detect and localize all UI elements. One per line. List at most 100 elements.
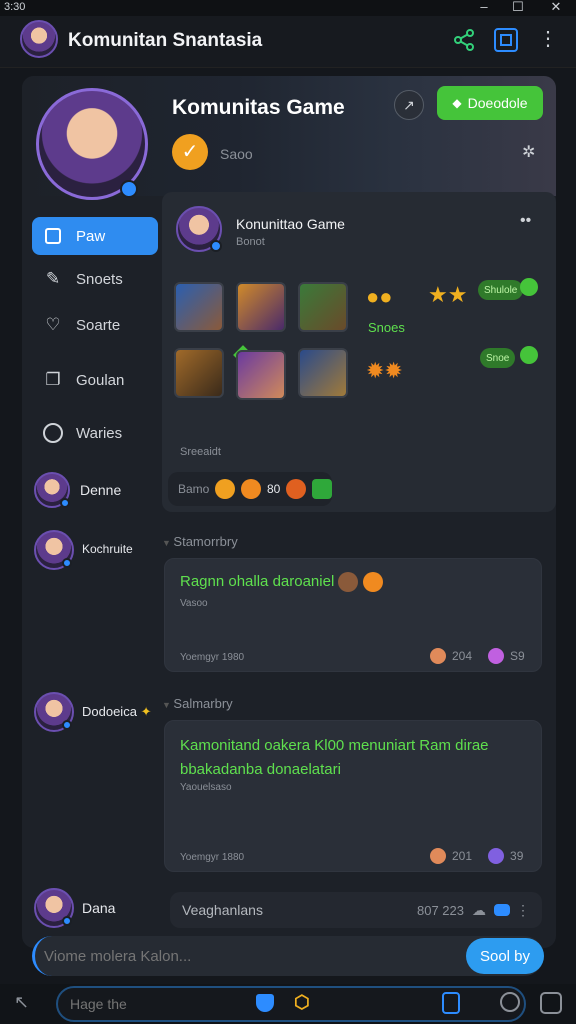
bottom-bar: ↖ ⬡	[0, 984, 576, 1024]
post-header-label: Salmarbry	[173, 696, 233, 711]
member-name-label: Dodoeica	[82, 704, 137, 719]
close-button[interactable]: ✕	[546, 0, 566, 15]
post-time: Yoemgyr 1880	[180, 852, 245, 863]
post-header: ▼ Stamorrbry	[162, 534, 238, 549]
join-label: Doeodole	[467, 95, 528, 111]
community-title: Komunitas Game	[172, 96, 345, 119]
online-badge	[62, 558, 72, 568]
post-stats: 204 S9	[430, 648, 525, 664]
reaction-text: Bamo	[178, 482, 210, 496]
laugh-emoji-icon	[241, 479, 261, 499]
post-sub: Yaouelsaso	[180, 782, 232, 793]
face-emoji-icon	[338, 572, 359, 592]
caret-icon: ▼	[162, 700, 174, 710]
feed-footer-label: Sreeaidt	[180, 446, 221, 458]
chat-bubbles-icon: ❐	[45, 370, 61, 389]
thread-more-icon[interactable]: ⋮	[516, 902, 530, 919]
app-title: Komunitan Snantasia	[68, 30, 263, 51]
member-name[interactable]: Kochruite	[82, 542, 133, 556]
clock: 3:30	[4, 1, 26, 13]
hexagon-icon[interactable]: ⬡	[294, 992, 310, 1013]
tab-switcher-icon[interactable]	[540, 992, 562, 1014]
sidebar-item-label: Goulan	[76, 371, 125, 389]
game-thumbnail[interactable]	[174, 282, 224, 332]
online-badge	[60, 498, 70, 508]
share-emoji-icon[interactable]	[488, 648, 505, 664]
caret-icon: ▼	[162, 538, 174, 548]
message-input[interactable]	[44, 942, 454, 970]
share-count: 39	[510, 849, 524, 863]
sidebar-item-goulan[interactable]: ❐ Goulan	[32, 361, 158, 399]
online-badge	[62, 720, 72, 730]
status-pill-label: Shulole	[484, 284, 518, 296]
stars-label: Snoes	[368, 320, 405, 335]
stars-icon: ★★	[428, 282, 468, 307]
post-text: Ragnn ohalla daroaniel	[180, 572, 383, 592]
share-count: S9	[510, 649, 525, 663]
share-icon[interactable]	[452, 28, 476, 52]
square-icon	[42, 225, 64, 247]
game-coin-icon: ✓	[172, 134, 208, 170]
status-pill-label: Snoe	[486, 352, 510, 364]
sidebar-item-waries[interactable]: Waries	[32, 414, 158, 452]
thread-input-row[interactable]: Veaghanlans 807 223 ☁ ⋮	[170, 892, 542, 928]
like-icon[interactable]	[430, 648, 446, 664]
controller-icon[interactable]	[442, 992, 460, 1014]
game-thumbnail[interactable]	[236, 350, 286, 400]
forward-icon[interactable]: ↗	[394, 90, 424, 120]
post-text: Kamonitand oakera Kl00 menuniart Ram dir…	[180, 737, 489, 778]
send-button[interactable]: Sool by	[466, 938, 544, 974]
back-arrow-icon[interactable]: ↖	[14, 992, 29, 1013]
like-count: 204	[452, 649, 473, 663]
game-thumbnail[interactable]	[298, 348, 348, 398]
post-header: ▼ Salmarbry	[162, 696, 233, 711]
sidebar-item-label: Snoets	[76, 270, 123, 288]
like-icon[interactable]	[430, 848, 446, 864]
post-text-content: Ragnn ohalla daroaniel	[180, 572, 335, 590]
reaction-bar[interactable]: Bamo 80	[168, 472, 332, 506]
bottom-search-input[interactable]	[70, 992, 240, 1016]
refresh-icon[interactable]	[500, 992, 520, 1012]
more-menu-icon[interactable]: ⋮	[538, 28, 558, 52]
tag-icon: ◆	[452, 96, 462, 110]
online-badge	[210, 240, 222, 252]
circle-icon	[42, 422, 64, 444]
minimize-button[interactable]: –	[474, 0, 494, 14]
sidebar-item-label: Waries	[76, 424, 123, 442]
cloud-icon[interactable]: ☁	[472, 902, 486, 919]
thread-count: 807 223	[417, 902, 464, 918]
app-avatar[interactable]	[20, 20, 58, 58]
sidebar-item-snoets[interactable]: ✎ Snoets	[32, 260, 158, 298]
feed-title: Konunittao Game	[236, 216, 345, 232]
app-header: Komunitan Snantasia ⋮	[0, 16, 576, 68]
grin-emoji-icon	[215, 479, 236, 499]
join-button[interactable]: ◆ Doeodole	[437, 86, 543, 120]
pencil-icon: ✎	[45, 269, 61, 288]
post-time: Yoemgyr 1980	[180, 652, 245, 663]
member-name[interactable]: Denne	[80, 482, 121, 498]
game-thumbnail[interactable]	[298, 282, 348, 332]
sidebar-item-label: Paw	[76, 227, 106, 245]
game-thumbnail[interactable]	[236, 282, 286, 332]
angry-emoji-icon	[286, 479, 307, 499]
community-panel: Komunitas Game ↗ ◆ Doeodole ✓ Saoo ✲ Paw…	[22, 76, 556, 948]
send-arrow-icon[interactable]	[494, 904, 510, 916]
settings-icon[interactable]: ✲	[522, 142, 535, 162]
game-thumbnail[interactable]	[174, 348, 224, 398]
member-name[interactable]: Dana	[82, 900, 115, 916]
like-count: 201	[452, 849, 473, 863]
share-emoji-icon[interactable]	[488, 848, 505, 864]
smile-icon	[520, 278, 538, 296]
sidebar-item-soarte[interactable]: ♡ Soarte	[32, 306, 158, 344]
sidebar-item-paw[interactable]: Paw	[32, 217, 158, 255]
shield-icon[interactable]	[256, 994, 274, 1012]
community-subtitle: Saoo	[220, 146, 253, 162]
online-badge	[120, 180, 138, 198]
member-name[interactable]: Dodoeica ✦	[82, 704, 151, 720]
post-sub: Vasoo	[180, 598, 208, 609]
online-badge	[62, 916, 72, 926]
maximize-button[interactable]: ☐	[508, 0, 528, 15]
window-layout-icon[interactable]	[494, 28, 518, 52]
feed-more-icon[interactable]: ••	[520, 212, 531, 230]
cookies-icon: ✹✹	[366, 358, 403, 383]
